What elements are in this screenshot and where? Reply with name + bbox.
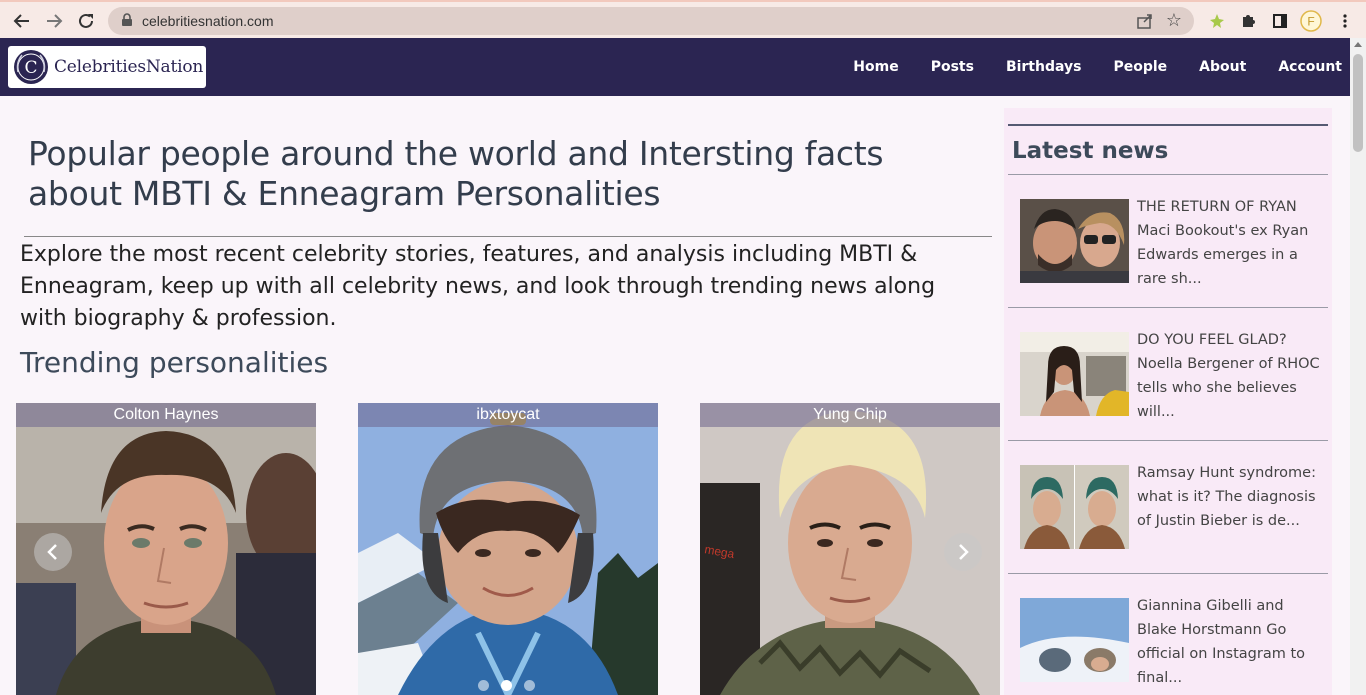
nav-about[interactable]: About <box>1199 59 1246 75</box>
person-card[interactable]: ibxtoycat <box>358 403 658 695</box>
logo-text: CelebritiesNation <box>54 57 204 77</box>
divider <box>1008 174 1328 175</box>
news-title[interactable]: THE RETURN OF RYAN Maci Bookout's ex Rya… <box>1137 195 1327 291</box>
trending-carousel: Colton Haynes ibxtoycat Yung Chip mega <box>16 403 1000 695</box>
carousel-dot[interactable] <box>524 680 535 691</box>
carousel-prev-button[interactable] <box>34 533 72 571</box>
nav-home[interactable]: Home <box>853 59 898 75</box>
reload-icon[interactable] <box>74 9 98 33</box>
nav-account[interactable]: Account <box>1278 59 1342 75</box>
chevron-left-icon <box>47 544 57 560</box>
address-bar[interactable]: celebritiesnation.com ☆ <box>108 7 1194 35</box>
sidebar-title: Latest news <box>1012 138 1169 164</box>
person-name: Colton Haynes <box>16 403 316 427</box>
scrollbar-thumb[interactable] <box>1353 54 1363 152</box>
person-name: Yung Chip <box>700 403 1000 427</box>
forward-icon[interactable] <box>42 9 66 33</box>
logo-letter: C <box>24 58 37 78</box>
news-item[interactable]: Ramsay Hunt syndrome: what is it? The di… <box>1020 465 1330 555</box>
carousel-indicators <box>478 680 547 691</box>
lock-icon <box>122 13 132 26</box>
carousel-dot[interactable] <box>478 680 489 691</box>
title-divider <box>24 236 992 237</box>
chevron-right-icon <box>959 544 969 560</box>
person-name: ibxtoycat <box>358 403 658 427</box>
news-item[interactable]: THE RETURN OF RYAN Maci Bookout's ex Rya… <box>1020 199 1330 289</box>
divider <box>1008 440 1328 441</box>
extension-icon[interactable] <box>1206 10 1228 32</box>
news-thumbnail[interactable] <box>1020 598 1129 682</box>
carousel-next-button[interactable] <box>944 533 982 571</box>
puzzle-icon[interactable] <box>1237 10 1259 32</box>
page-title: Popular people around the world and Inte… <box>28 134 884 213</box>
intro-text: Explore the most recent celebrity storie… <box>20 242 936 331</box>
news-thumbnail[interactable] <box>1020 465 1129 549</box>
profile-icon[interactable]: F <box>1300 10 1322 32</box>
profile-initial: F <box>1307 15 1314 29</box>
menu-icon[interactable] <box>1334 10 1356 32</box>
site-logo[interactable]: C CelebritiesNation <box>8 46 206 88</box>
share-icon[interactable] <box>1136 12 1154 30</box>
site-header: C CelebritiesNation Home Posts Birthdays… <box>0 38 1350 96</box>
url-text: celebritiesnation.com <box>142 13 274 29</box>
nav-posts[interactable]: Posts <box>931 59 974 75</box>
sidepanel-icon[interactable] <box>1269 10 1291 32</box>
browser-toolbar: celebritiesnation.com ☆ F <box>0 0 1366 38</box>
main-content: Popular people around the world and Inte… <box>0 96 1000 695</box>
news-title[interactable]: DO YOU FEEL GLAD? Noella Bergener of RHO… <box>1137 328 1327 424</box>
news-title[interactable]: Ramsay Hunt syndrome: what is it? The di… <box>1137 461 1327 533</box>
news-title[interactable]: Giannina Gibelli and Blake Horstmann Go … <box>1137 594 1327 690</box>
news-item[interactable]: Giannina Gibelli and Blake Horstmann Go … <box>1020 598 1330 688</box>
latest-news-sidebar: Latest news THE RETURN OF RYAN Maci Book… <box>1004 108 1332 695</box>
trending-title: Trending personalities <box>20 346 329 379</box>
scroll-up-icon[interactable] <box>1354 42 1362 47</box>
sidebar-top-rule <box>1008 124 1328 126</box>
star-icon[interactable]: ☆ <box>1166 10 1182 31</box>
page-scrollbar[interactable] <box>1350 38 1366 695</box>
divider <box>1008 307 1328 308</box>
logo-emblem-icon: C <box>14 50 48 84</box>
news-thumbnail[interactable] <box>1020 332 1129 416</box>
divider <box>1008 573 1328 574</box>
news-item[interactable]: DO YOU FEEL GLAD? Noella Bergener of RHO… <box>1020 332 1330 422</box>
person-photo <box>358 403 658 695</box>
nav-birthdays[interactable]: Birthdays <box>1006 59 1082 75</box>
back-icon[interactable] <box>10 9 34 33</box>
main-nav: Home Posts Birthdays People About Accoun… <box>821 38 1342 96</box>
news-thumbnail[interactable] <box>1020 199 1129 283</box>
carousel-dot-active[interactable] <box>501 680 512 691</box>
nav-people[interactable]: People <box>1113 59 1167 75</box>
